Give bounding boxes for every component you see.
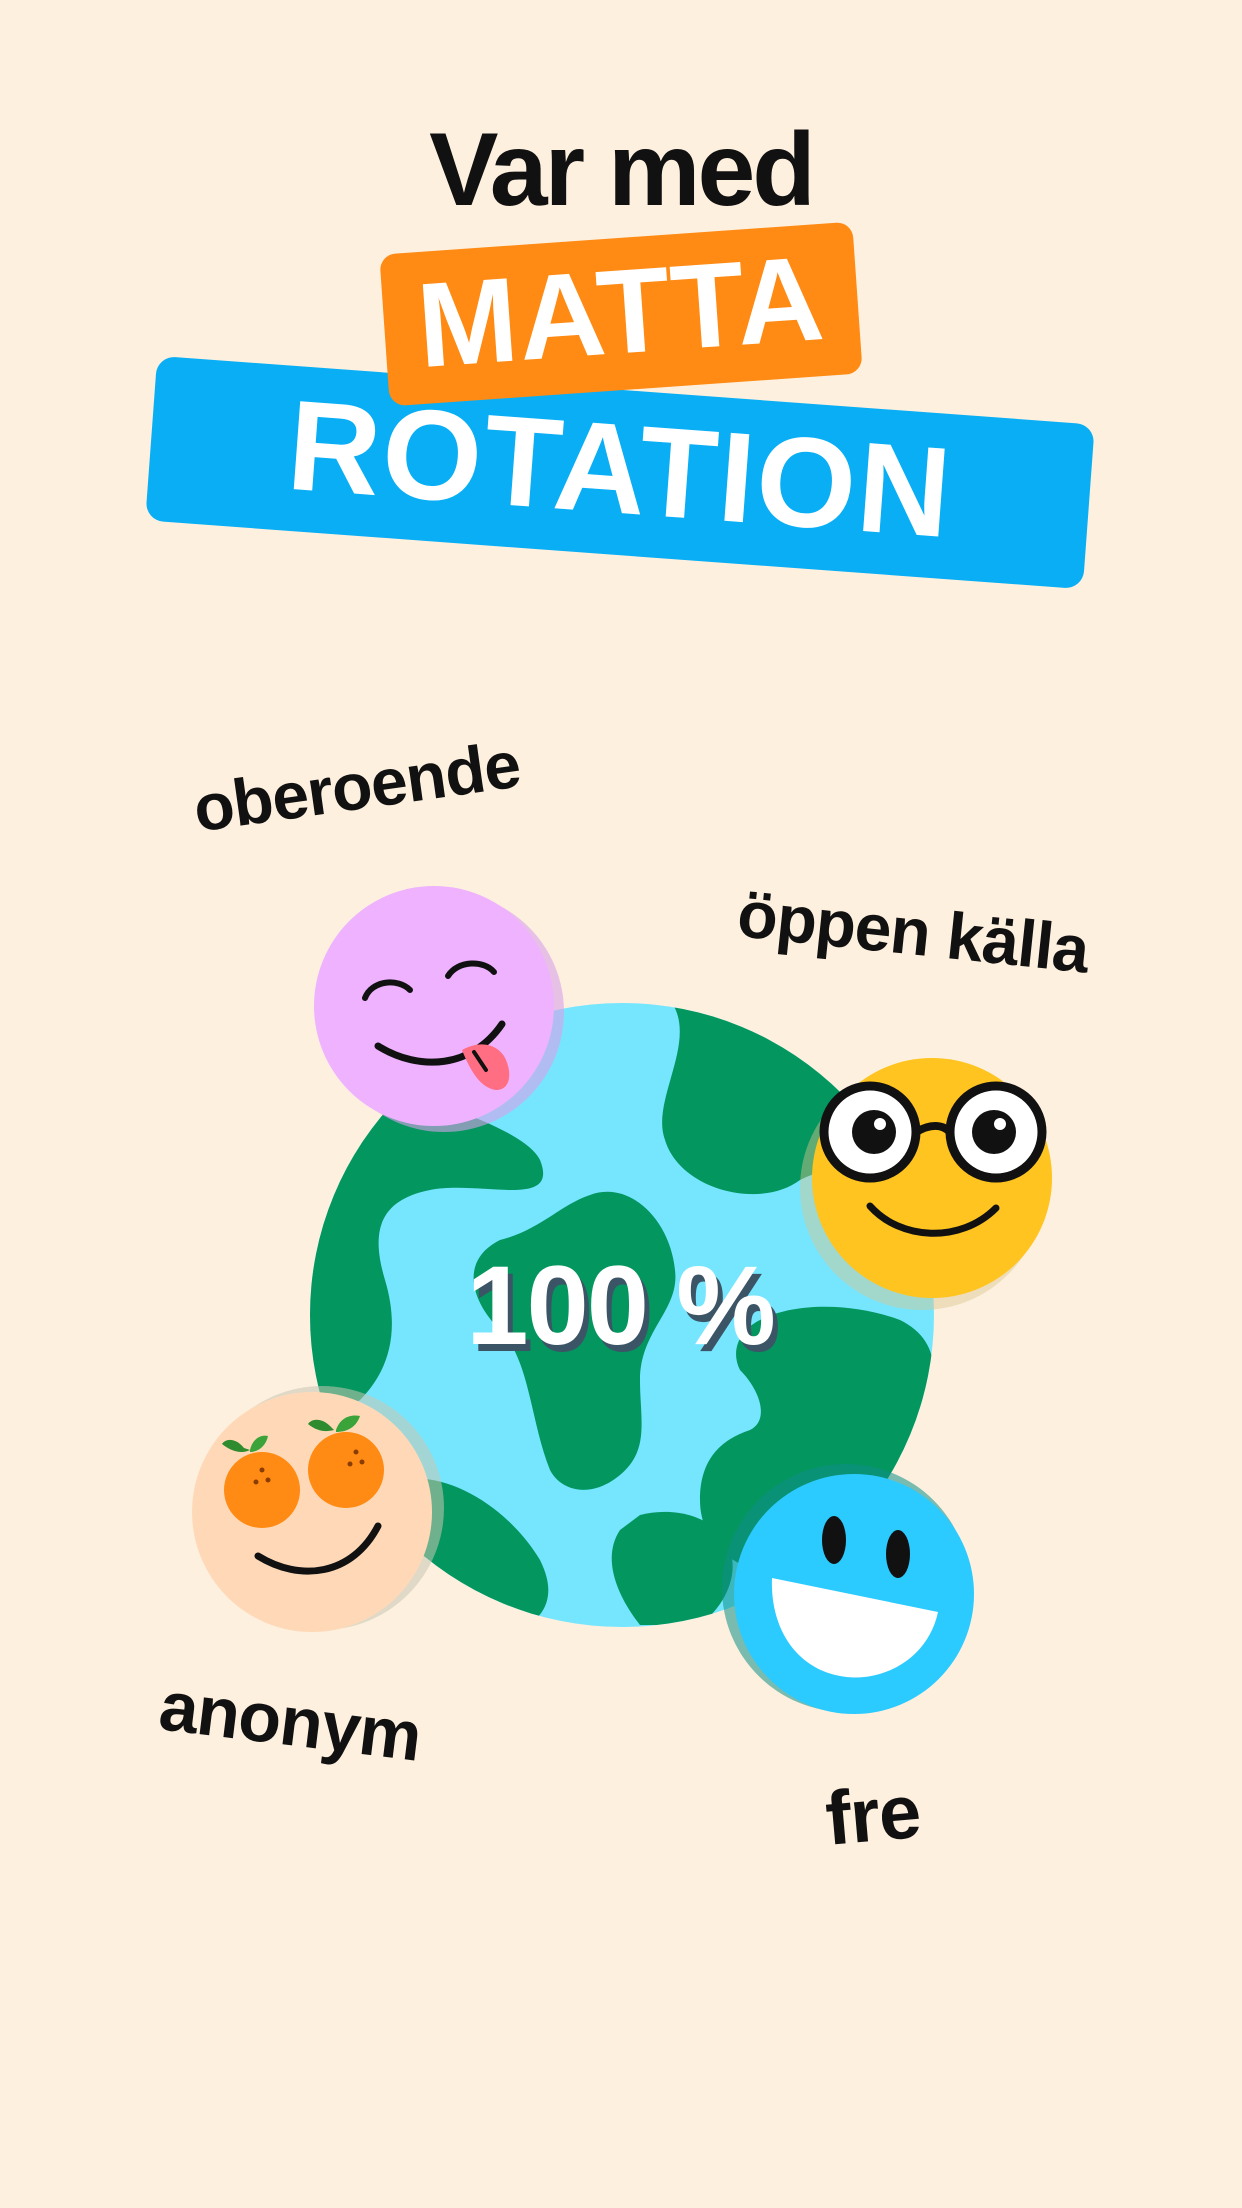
orange-eyes-face-icon [192,1386,444,1632]
grin-face-icon [722,1464,974,1714]
center-percentage: 100 % [466,1243,776,1368]
label-fre: fre [822,1768,924,1862]
glasses-face-icon [800,1058,1052,1310]
illustration [192,886,1052,1714]
tongue-face-icon [314,886,564,1132]
